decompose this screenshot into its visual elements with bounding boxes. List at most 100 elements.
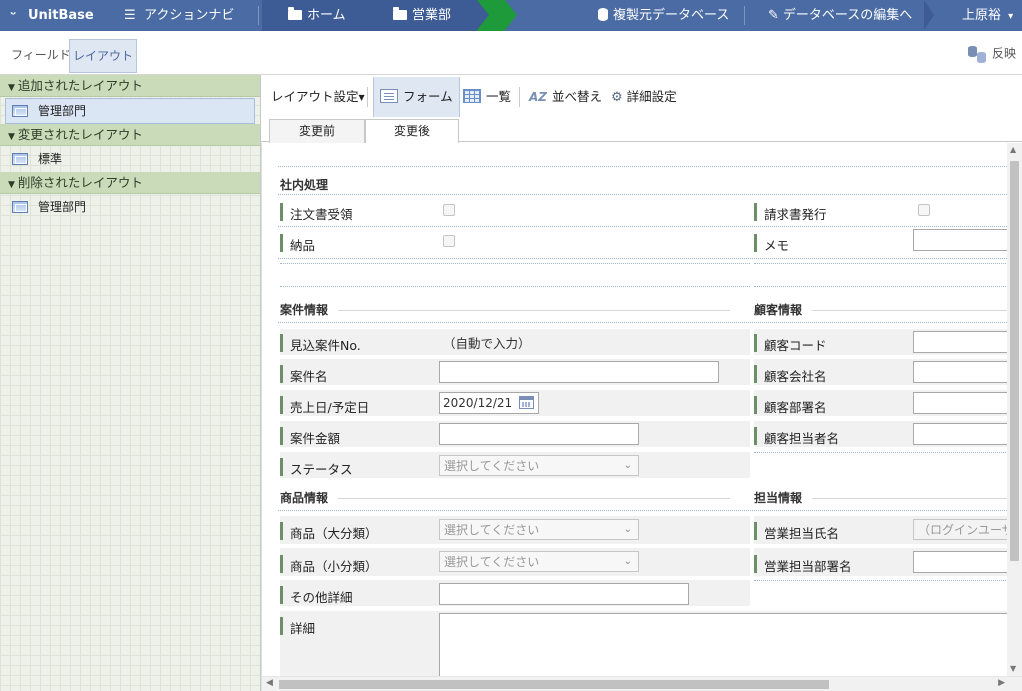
- amount-input[interactable]: [439, 423, 639, 445]
- grid-guide: [280, 263, 750, 264]
- edit-database-link[interactable]: ✎ データベースの編集へ: [768, 0, 912, 31]
- sidebar-item-label: 管理部門: [38, 104, 87, 118]
- nav-divider: [744, 6, 745, 25]
- field-product-major-label: 商品（大分類）: [280, 522, 378, 542]
- memo-input[interactable]: [913, 229, 1022, 251]
- field-customer-dept-label: 顧客部署名: [754, 396, 827, 416]
- product-major-select[interactable]: 選択してください ⌄: [439, 519, 639, 540]
- unitbase-logo[interactable]: ᵕ UnitBase: [10, 0, 94, 31]
- customer-company-input[interactable]: [913, 361, 1022, 383]
- layout-toolbar: レイアウト設定▼ フォーム 一覧 AZ 並べ替え ⚙ 詳細設定: [261, 75, 1022, 117]
- sidebar-item-changed-standard[interactable]: 標準: [0, 146, 260, 172]
- apply-button[interactable]: 反映: [967, 44, 1016, 64]
- field-sales-person-label: 営業担当氏名: [754, 522, 839, 542]
- product-minor-select[interactable]: 選択してください ⌄: [439, 551, 639, 572]
- calendar-icon[interactable]: [519, 396, 534, 409]
- folder-icon: [393, 7, 407, 20]
- sub-navigation: フィールド レイアウト 反映: [0, 31, 1022, 75]
- order-received-checkbox[interactable]: [443, 204, 455, 216]
- vertical-scrollbar[interactable]: ▲ ▼: [1007, 143, 1022, 691]
- field-deal-name-label: 案件名: [280, 365, 328, 385]
- grid-guide: [754, 263, 1022, 264]
- chevron-down-icon: ⌄: [623, 524, 632, 535]
- table-icon: [463, 89, 481, 103]
- tab-layout[interactable]: レイアウト: [69, 39, 138, 73]
- horizontal-scroll-thumb[interactable]: [279, 680, 829, 689]
- scroll-right-icon[interactable]: ▶: [998, 678, 1005, 688]
- user-menu[interactable]: 上原裕 ▾: [962, 0, 1013, 31]
- caret-down-icon: ▼: [358, 93, 365, 102]
- tab-after-change[interactable]: 変更後: [365, 119, 459, 144]
- section-deleted-layouts[interactable]: ▼ 削除されたレイアウト: [0, 172, 260, 194]
- tab-before-change[interactable]: 変更前: [269, 119, 365, 143]
- database-icon: [598, 8, 608, 21]
- field-amount-label: 案件金額: [280, 427, 340, 447]
- tab-field[interactable]: フィールド: [8, 39, 74, 72]
- delivered-checkbox[interactable]: [443, 235, 455, 247]
- layout-icon: [12, 201, 28, 213]
- customer-dept-input[interactable]: [913, 392, 1022, 414]
- user-name: 上原裕: [962, 8, 1002, 23]
- form-layout-canvas: 社内処理 注文書受領 請求書発行 納品 メモ 案件情報 顧客情報 見込案件No.…: [261, 143, 1022, 691]
- detail-settings-button[interactable]: ⚙ 詳細設定: [611, 83, 677, 111]
- section-changed-layouts[interactable]: ▼ 変更されたレイアウト: [0, 124, 260, 146]
- scroll-left-icon[interactable]: ◀: [266, 678, 273, 688]
- grid-guide: [754, 286, 1022, 287]
- product-major-placeholder: 選択してください: [444, 523, 540, 537]
- vertical-scroll-thumb[interactable]: [1010, 161, 1019, 561]
- unitbase-logo-icon: ᵕ: [10, 8, 17, 23]
- field-memo-label: メモ: [754, 234, 789, 254]
- action-navi-button[interactable]: ☰ アクションナビ: [124, 0, 234, 31]
- layout-settings-dropdown[interactable]: レイアウト設定▼: [271, 83, 365, 111]
- section-product-info: 商品情報: [280, 491, 329, 505]
- sort-az-icon: AZ: [529, 90, 547, 104]
- breadcrumb-sales-dept[interactable]: 営業部: [367, 0, 477, 31]
- field-invoice-issued-label: 請求書発行: [754, 203, 827, 223]
- copy-source-database-link[interactable]: 複製元データベース: [598, 0, 729, 31]
- grid-guide: [278, 194, 1022, 195]
- layout-editor: レイアウト設定▼ フォーム 一覧 AZ 並べ替え ⚙ 詳細設定 変更前 変更後 社内…: [261, 75, 1022, 691]
- version-tabs: 変更前 変更後: [261, 117, 1022, 144]
- status-select[interactable]: 選択してください ⌄: [439, 455, 639, 476]
- section-added-layouts[interactable]: ▼ 追加されたレイアウト: [0, 75, 260, 97]
- grid-guide: [278, 226, 1022, 227]
- product-minor-placeholder: 選択してください: [444, 555, 540, 569]
- scroll-down-icon[interactable]: ▼: [1010, 664, 1016, 673]
- top-navigation-bar: ᵕ UnitBase ☰ アクションナビ ホーム 営業部 複製元データベース ✎ デー…: [0, 0, 1022, 31]
- copy-source-label: 複製元データベース: [613, 8, 730, 23]
- invoice-issued-checkbox[interactable]: [918, 204, 930, 216]
- sales-dept-input[interactable]: [913, 551, 1022, 573]
- field-customer-company-label: 顧客会社名: [754, 365, 827, 385]
- breadcrumb-home[interactable]: ホーム: [262, 0, 367, 31]
- apply-label: 反映: [991, 46, 1016, 61]
- edit-database-label: データベースの編集へ: [782, 8, 913, 23]
- field-status-label: ステータス: [280, 458, 353, 478]
- grid-guide: [278, 510, 1022, 511]
- section-internal-processing: 社内処理: [280, 178, 329, 192]
- chevron-down-icon: ⌄: [623, 460, 632, 471]
- grid-guide: [754, 580, 1022, 581]
- field-delivered-label: 納品: [280, 234, 315, 254]
- section-deal-info: 案件情報: [280, 303, 329, 317]
- folder-icon: [288, 7, 302, 20]
- sales-date-input[interactable]: 2020/12/21: [439, 392, 539, 414]
- scroll-up-icon[interactable]: ▲: [1010, 145, 1016, 154]
- breadcrumb-chevron: [505, 0, 517, 30]
- deal-no-value: （自動で入力）: [443, 336, 531, 351]
- horizontal-scrollbar[interactable]: ◀ ▶: [262, 676, 1022, 691]
- list-view-button[interactable]: 一覧: [463, 83, 511, 111]
- form-view-button[interactable]: フォーム: [373, 77, 460, 117]
- sidebar-item-deleted-admin[interactable]: 管理部門: [0, 194, 260, 220]
- section-rule: [812, 498, 1022, 499]
- action-navi-label: アクションナビ: [144, 8, 235, 23]
- customer-code-input[interactable]: [913, 331, 1022, 353]
- layout-settings-label: レイアウト設定: [271, 89, 359, 104]
- field-order-received-label: 注文書受領: [280, 203, 353, 223]
- grid-guide: [278, 322, 1022, 323]
- sidebar-item-added-admin[interactable]: 管理部門: [5, 98, 255, 124]
- sort-button[interactable]: AZ 並べ替え: [529, 83, 602, 111]
- other-detail-input[interactable]: [439, 583, 689, 605]
- customer-person-input[interactable]: [913, 423, 1022, 445]
- gear-icon: ⚙: [611, 90, 623, 105]
- deal-name-input[interactable]: [439, 361, 719, 383]
